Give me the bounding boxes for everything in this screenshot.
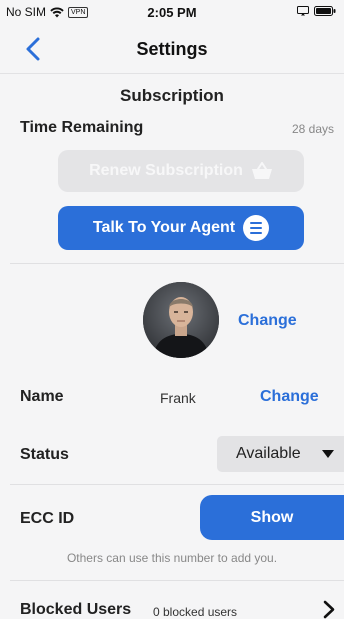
chevron-right-icon[interactable]	[322, 600, 336, 619]
divider	[10, 484, 344, 485]
divider	[10, 263, 344, 264]
nav-bar: Settings	[0, 24, 344, 74]
screen-mirror-icon	[297, 6, 309, 16]
subscription-heading: Subscription	[120, 86, 224, 105]
time-remaining-label: Time Remaining	[20, 119, 144, 136]
status-dropdown[interactable]: Available	[217, 436, 344, 472]
status-label: Status	[20, 446, 69, 463]
page-title: Settings	[136, 39, 208, 59]
change-avatar-link[interactable]: Change	[238, 312, 297, 330]
time-remaining-value: 28 days	[291, 122, 334, 136]
blocked-users-count: 0 blocked users	[153, 605, 238, 619]
divider	[10, 580, 344, 581]
show-ecc-id-button[interactable]: Show	[200, 495, 344, 540]
chat-bubble-icon	[243, 215, 270, 241]
ecc-id-hint: Others can use this number to add you.	[66, 551, 278, 565]
agent-button-label: Talk To Your Agent	[92, 219, 236, 236]
status-time: 2:05 PM	[147, 5, 197, 20]
name-label: Name	[20, 388, 64, 405]
renew-subscription-button[interactable]: Renew Subscription	[58, 150, 304, 192]
avatar[interactable]	[143, 282, 219, 358]
status-right	[297, 6, 336, 16]
status-bar: No SIM VPN 2:05 PM	[0, 0, 344, 24]
basket-icon	[251, 162, 272, 179]
talk-to-agent-button[interactable]: Talk To Your Agent	[58, 206, 304, 250]
renew-button-label: Renew Subscription	[89, 162, 243, 179]
status-dropdown-value: Available	[236, 445, 301, 462]
ecc-id-label: ECC ID	[20, 510, 75, 527]
caret-down-icon	[322, 450, 334, 458]
battery-icon	[314, 6, 336, 16]
name-value: Frank	[160, 390, 196, 406]
avatar-image	[143, 282, 219, 358]
blocked-users-label[interactable]: Blocked Users	[20, 601, 131, 619]
change-name-link[interactable]: Change	[260, 388, 319, 406]
